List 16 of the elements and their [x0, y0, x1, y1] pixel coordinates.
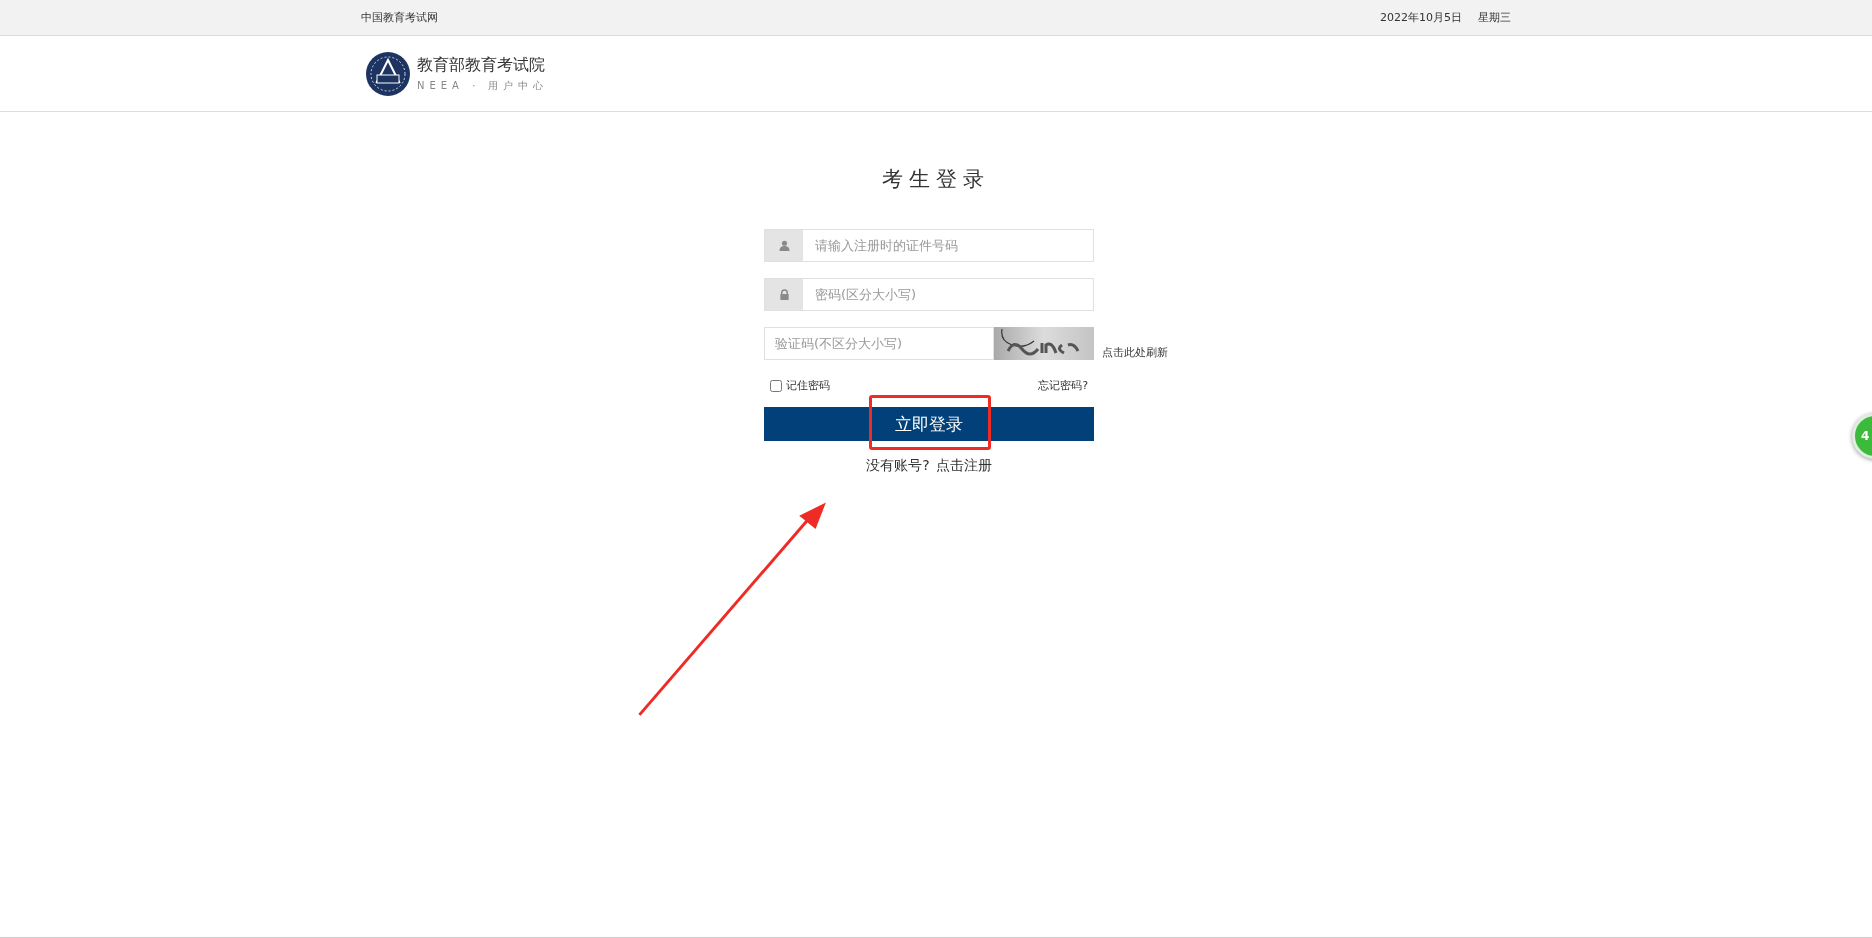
login-title: 考生登录	[882, 166, 990, 193]
captcha-image[interactable]	[994, 327, 1094, 360]
emblem-logo-icon	[365, 50, 411, 97]
remember-label: 记住密码	[786, 378, 830, 393]
login-button[interactable]: 立即登录	[764, 407, 1094, 441]
weekday-text: 星期三	[1478, 10, 1511, 25]
remember-checkbox[interactable]	[770, 379, 782, 392]
no-account-text: 没有账号?	[866, 457, 930, 475]
forgot-password-link[interactable]: 忘记密码?	[1038, 378, 1088, 393]
refresh-captcha-link[interactable]: 点击此处刷新	[1102, 345, 1168, 360]
logo-subtitle: NEEA · 用户中心	[417, 78, 549, 93]
org-name: 教育部教育考试院	[417, 54, 546, 76]
register-link[interactable]: 点击注册	[935, 457, 992, 475]
site-name[interactable]: 中国教育考试网	[361, 10, 438, 25]
date-text: 2022年10月5日	[1380, 10, 1462, 25]
captcha-field[interactable]: 验证码(不区分大小写)	[764, 327, 994, 360]
